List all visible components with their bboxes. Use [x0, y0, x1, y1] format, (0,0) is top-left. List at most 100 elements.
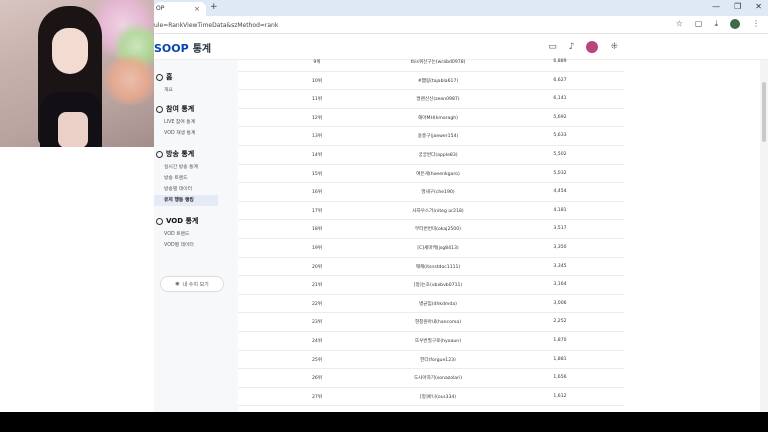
name-cell[interactable]: 현창원아내(hancoma) — [358, 319, 518, 325]
rank-cell: 17위 — [311, 208, 323, 214]
name-cell[interactable]: this위신구는(wrabd0978) — [358, 59, 518, 65]
table-row: 23위 현창원아내(hancoma) 2,252 — [238, 313, 624, 332]
eye-icon: ◉ — [175, 281, 180, 287]
sidebar-section-home: 홈 개요 — [154, 72, 238, 96]
sidebar-section-participation: 참여 통계 LIVE 참여 통계 VOD 재생 통계 — [154, 104, 238, 139]
name-cell[interactable]: 깨캐(itsnstdoc1111) — [358, 264, 518, 270]
address-bar: ule=RankViewTimeData&szMethod=rank ☆ ▢ ⤓… — [154, 16, 768, 34]
site-logo[interactable]: SOOP 통계 — [154, 40, 211, 55]
name-cell[interactable]: 엉세구(che190) — [358, 189, 518, 195]
rank-cell: 18위 — [311, 227, 323, 233]
url-field[interactable]: ule=RankViewTimeData&szMethod=rank — [154, 19, 674, 31]
value-cell: 3,517 — [553, 226, 567, 232]
value-cell: 5,633 — [553, 133, 567, 139]
sidebar-item-overview[interactable]: 개요 — [154, 85, 238, 96]
name-cell[interactable]: 병균임(dhkdmda) — [358, 301, 518, 307]
value-cell: 4,454 — [553, 189, 567, 195]
table-row: 14위 궁궁번다(apple83) 5,502 — [238, 146, 624, 165]
extensions-icon[interactable]: ▢ — [695, 19, 703, 29]
value-cell: 3,345 — [553, 263, 567, 269]
close-window-button[interactable]: ✕ — [755, 2, 762, 11]
name-cell[interactable]: 사자우스기(niteg ur218) — [358, 208, 518, 214]
value-cell: 5,032 — [553, 170, 567, 176]
logo-brand: SOOP — [154, 42, 189, 55]
sidebar-item-per-vod[interactable]: VOD별 데이터 — [154, 240, 238, 251]
table-row: 9위 this위신구는(wrabd0978) 6,889 — [238, 53, 624, 72]
rank-cell: 20위 — [311, 264, 323, 270]
new-tab-button[interactable]: + — [210, 2, 218, 12]
notification-bell-icon[interactable]: ♪ — [569, 42, 575, 52]
value-cell: 5,692 — [553, 114, 567, 120]
sidebar-section-label: 홈 — [166, 73, 173, 81]
table-row: 20위 깨캐(itsnstdoc1111) 3,345 — [238, 258, 624, 277]
browser-tab-strip: OP × + — ❐ ✕ — [154, 0, 768, 16]
name-cell[interactable]: 한다(forgue123) — [358, 357, 518, 363]
bookmark-star-icon[interactable]: ☆ — [676, 19, 683, 29]
sidebar-item-vod-playback[interactable]: VOD 재생 통계 — [154, 128, 238, 139]
name-cell[interactable]: [정]는호(vbxbvb0711) — [358, 282, 518, 288]
name-cell[interactable]: 뜨우번필구로(hyaaun) — [358, 338, 518, 344]
video-camera-icon[interactable]: ▭ — [548, 42, 557, 52]
participation-icon — [156, 105, 163, 113]
browser-menu-icon[interactable]: ⋮ — [752, 19, 760, 29]
page-scrollbar[interactable] — [760, 60, 768, 412]
apps-grid-icon[interactable]: ⁜ — [610, 42, 618, 52]
sidebar-item-trend[interactable]: 방송 트렌드 — [154, 173, 238, 184]
profile-avatar-icon[interactable] — [730, 19, 740, 29]
my-stats-button[interactable]: ◉ 내 수치 보기 — [160, 276, 224, 292]
sidebar-section-title-home[interactable]: 홈 — [154, 72, 238, 82]
name-cell[interactable]: [C]세마케(jsg8413) — [358, 245, 518, 251]
name-cell[interactable]: 해아MH(kmaragh) — [358, 115, 518, 121]
table-row: 27위 [정]바나(our334) 1,612 — [238, 388, 624, 407]
webcam-overlay — [0, 0, 154, 147]
bokeh-light — [100, 55, 154, 105]
rank-cell: 16위 — [311, 190, 323, 196]
table-row: 24위 뜨우번필구로(hyaaun) 1,870 — [238, 332, 624, 351]
sidebar-item-realtime[interactable]: 실시간 방송 통계 — [154, 162, 238, 173]
name-cell[interactable]: [정]바나(our334) — [358, 394, 518, 400]
rank-cell: 22위 — [311, 301, 323, 307]
name-cell[interactable]: 부터번번미(okaj2500) — [358, 226, 518, 232]
browser-tab[interactable]: OP × — [154, 2, 206, 16]
maximize-button[interactable]: ❐ — [734, 2, 741, 11]
my-stats-label: 내 수치 보기 — [182, 281, 209, 288]
name-cell[interactable]: #햄링(tajabla617) — [358, 78, 518, 84]
user-avatar[interactable] — [586, 41, 599, 53]
sidebar-section-vod: VOD 통계 VOD 트렌드 VOD별 데이터 — [154, 216, 238, 251]
rank-cell: 12위 — [311, 115, 323, 121]
rank-cell: 9위 — [313, 60, 321, 65]
table-row: 15위 여든게(hoeenkgaro) 5,032 — [238, 165, 624, 184]
rank-cell: 21위 — [311, 283, 323, 289]
header-icons: ▭ ♪ ⁜ — [548, 41, 618, 53]
sidebar-item-live-participation[interactable]: LIVE 참여 통계 — [154, 117, 238, 128]
name-cell[interactable]: 궁궁번다(apple83) — [358, 152, 518, 158]
sidebar-section-label: 참여 통계 — [166, 105, 195, 113]
address-bar-icons: ☆ ▢ ⤓ ⋮ — [676, 19, 760, 29]
tab-title: OP — [156, 5, 165, 12]
sidebar-section-title-participation[interactable]: 참여 통계 — [154, 104, 238, 114]
name-cell[interactable]: 여든게(hoeenkgaro) — [358, 171, 518, 177]
scrollbar-thumb[interactable] — [762, 82, 766, 142]
tab-close-icon[interactable]: × — [194, 5, 200, 13]
bottom-letterbox — [0, 412, 768, 432]
name-cell[interactable]: 도사아하기(sonazolari) — [358, 375, 518, 381]
table-row: 17위 사자우스기(niteg ur218) 4,181 — [238, 202, 624, 221]
sidebar-item-user-ranking[interactable]: 유저 행동 랭킹 — [154, 195, 218, 206]
name-cell[interactable]: 얼렌신신(zeen0987) — [358, 96, 518, 102]
value-cell: 3,006 — [553, 300, 567, 306]
home-icon — [156, 73, 163, 81]
window-controls: — ❐ ✕ — [712, 2, 762, 11]
sidebar-section-title-vod[interactable]: VOD 통계 — [154, 216, 238, 226]
table-row: 13위 용흥구(jaewer154) 5,633 — [238, 127, 624, 146]
minimize-button[interactable]: — — [712, 2, 720, 11]
sidebar-item-vod-trend[interactable]: VOD 트렌드 — [154, 229, 238, 240]
value-cell: 1,881 — [553, 356, 567, 362]
downloads-icon[interactable]: ⤓ — [714, 19, 718, 29]
rank-cell: 11위 — [311, 97, 323, 103]
table-row: 12위 해아MH(kmaragh) 5,692 — [238, 109, 624, 128]
sidebar-section-title-broadcast[interactable]: 방송 통계 — [154, 149, 238, 159]
rank-cell: 25위 — [311, 357, 323, 363]
name-cell[interactable]: 용흥구(jaewer154) — [358, 133, 518, 139]
broadcast-icon — [156, 150, 163, 158]
sidebar-item-per-broadcast[interactable]: 방송별 데이터 — [154, 184, 238, 195]
